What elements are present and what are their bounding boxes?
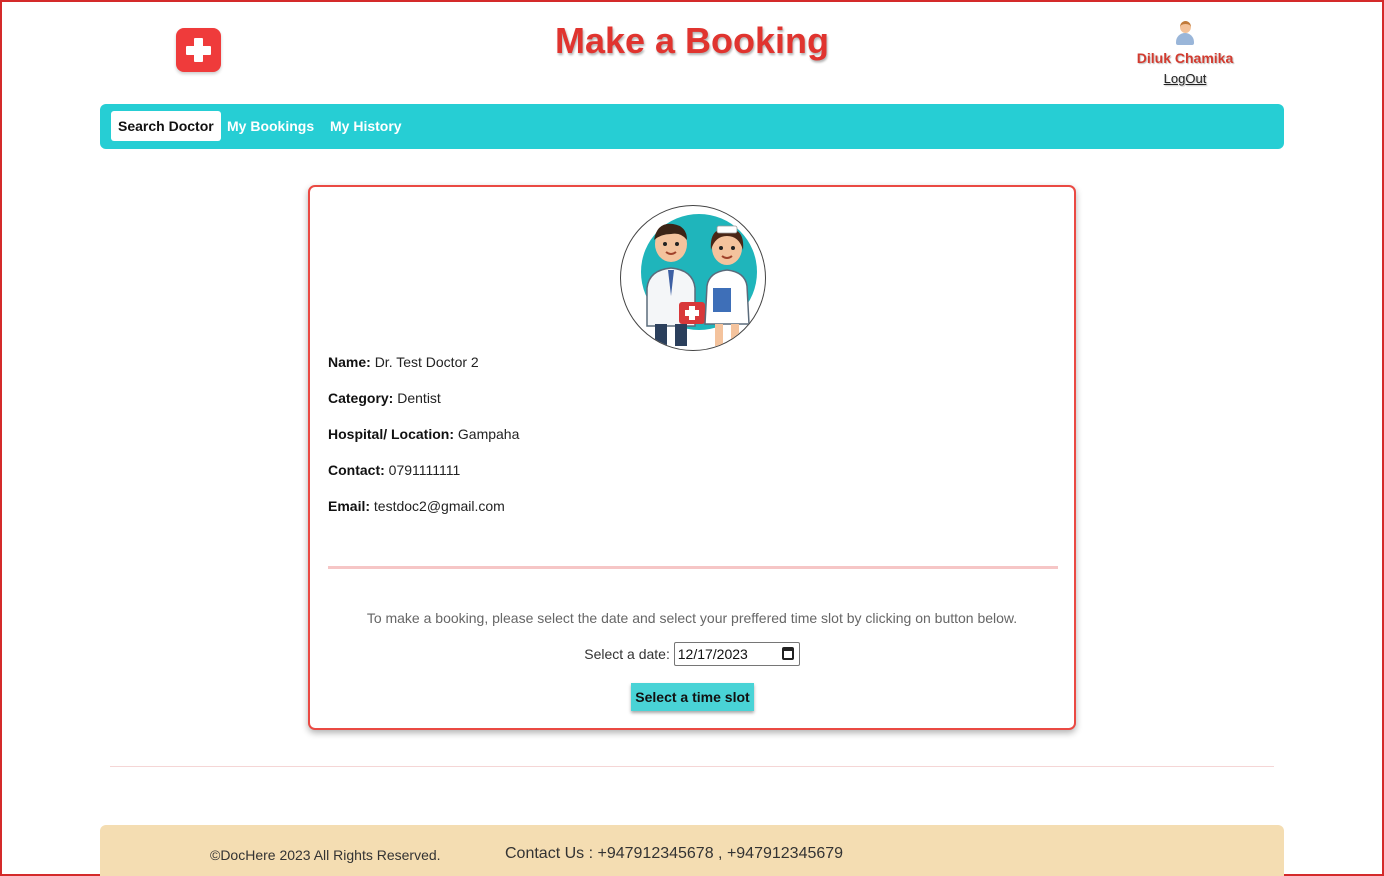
nav-my-bookings[interactable]: My Bookings	[220, 111, 321, 141]
doctor-location-label: Hospital/ Location:	[328, 426, 454, 442]
date-label: Select a date:	[584, 646, 670, 662]
footer-contact: Contact Us : +947912345678 , +9479123456…	[505, 845, 844, 862]
nav-search-doctor[interactable]: Search Doctor	[111, 111, 221, 141]
doctor-name-row: Name: Dr. Test Doctor 2	[328, 354, 479, 370]
page-divider	[110, 766, 1274, 767]
card-divider	[328, 566, 1058, 569]
doctor-category-row: Category: Dentist	[328, 390, 441, 406]
date-picker-row: Select a date: 12/17/2023	[310, 642, 1074, 666]
doctor-contact: 0791111111	[388, 462, 461, 478]
footer: ©DocHere 2023 All Rights Reserved. Conta…	[100, 825, 1284, 876]
user-avatar-icon	[1174, 20, 1196, 46]
date-input[interactable]: 12/17/2023	[673, 642, 800, 666]
user-panel: Diluk Chamika LogOut	[1120, 20, 1250, 88]
doctor-location: Gampaha	[457, 426, 520, 442]
doctor-category-label: Category:	[328, 390, 394, 406]
nav-my-history[interactable]: My History	[323, 111, 409, 141]
doctor-contact-label: Contact:	[328, 462, 385, 478]
logout-link[interactable]: LogOut	[1164, 71, 1207, 86]
calendar-icon[interactable]	[781, 647, 794, 660]
navbar: Search Doctor My Bookings My History	[100, 104, 1284, 149]
doctor-email: testdoc2@gmail.com	[373, 498, 505, 514]
user-name: Diluk Chamika	[1136, 50, 1234, 66]
booking-instructions: To make a booking, please select the dat…	[366, 610, 1018, 626]
doctor-email-label: Email:	[328, 498, 371, 514]
footer-copyright: ©DocHere 2023 All Rights Reserved.	[210, 847, 441, 863]
select-time-slot-button[interactable]: Select a time slot	[631, 683, 754, 711]
doctor-location-row: Hospital/ Location: Gampaha	[328, 426, 519, 442]
doctor-illustration	[620, 205, 766, 351]
date-value: 12/17/2023	[677, 646, 748, 662]
doctor-contact-row: Contact: 0791111111	[328, 462, 460, 478]
doctor-card: Name: Dr. Test Doctor 2 Category: Dentis…	[308, 185, 1076, 730]
doctor-name: Dr. Test Doctor 2	[374, 354, 479, 370]
doctor-email-row: Email: testdoc2@gmail.com	[328, 498, 505, 514]
doctor-name-label: Name:	[328, 354, 371, 370]
doctor-category: Dentist	[397, 390, 441, 406]
